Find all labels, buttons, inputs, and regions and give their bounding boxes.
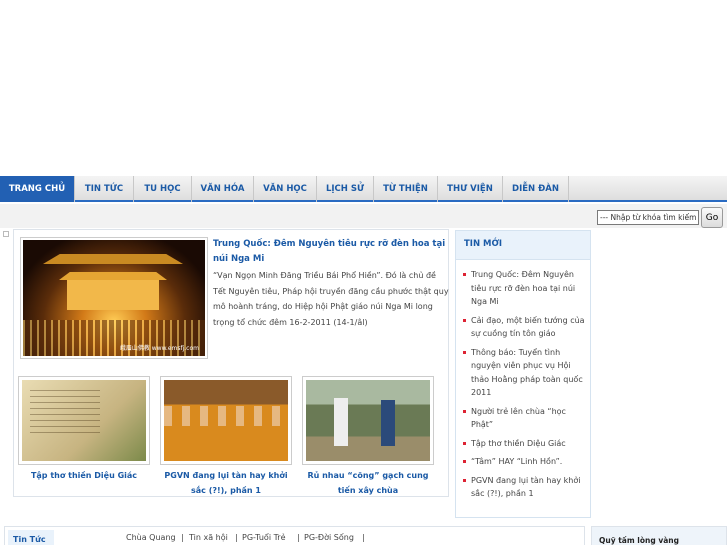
thumb-caption[interactable]: Rủ nhau “cõng” gạch cung tiến xây chùa: [302, 468, 434, 498]
go-button[interactable]: Go: [701, 207, 723, 228]
nav-item-van-hoa[interactable]: VĂN HÓA: [192, 176, 254, 202]
latest-news-item[interactable]: Thông báo: Tuyển tình nguyện viên phục v…: [462, 346, 586, 400]
link-separator: |: [181, 533, 184, 542]
thumb-item[interactable]: Tập thơ thiền Diệu Giác: [18, 376, 150, 483]
thumb-caption[interactable]: PGVN đang lụi tàn hay khởi sắc (?!), phầ…: [160, 468, 292, 498]
thumb-item[interactable]: PGVN đang lụi tàn hay khởi sắc (?!), phầ…: [160, 376, 292, 498]
latest-news-item[interactable]: Trung Quốc: Đêm Nguyên tiêu rực rỡ đèn h…: [462, 268, 586, 309]
thumb-image[interactable]: [306, 380, 430, 461]
thumb-image[interactable]: [22, 380, 146, 461]
fund-box: Quỹ tấm lòng vàng: [591, 526, 727, 545]
link-separator: |: [362, 533, 365, 542]
thumb-item[interactable]: Rủ nhau “cõng” gạch cung tiến xây chùa: [302, 376, 434, 498]
nav-item-trang-chu[interactable]: TRANG CHỦ: [0, 176, 75, 209]
category-link[interactable]: Tin xã hội: [189, 533, 228, 542]
category-link[interactable]: PG-Tuổi Trẻ: [242, 533, 286, 542]
latest-news-item[interactable]: PGVN đang lụi tàn hay khởi sắc (?!), phầ…: [462, 474, 586, 501]
category-link[interactable]: Chùa Quang: [126, 533, 176, 542]
featured-title[interactable]: Trung Quốc: Đêm Nguyên tiêu rực rỡ đèn h…: [213, 237, 449, 267]
link-separator: |: [297, 533, 300, 542]
main-nav: TRANG CHỦ TIN TỨC TU HỌC VĂN HÓA VĂN HỌC…: [0, 176, 727, 209]
search-bar: Go: [0, 204, 727, 228]
image-watermark: 峨眉山佛教 www.emsfj.com: [119, 345, 199, 352]
category-link[interactable]: PG-Đời Sống: [304, 533, 354, 542]
latest-news-item[interactable]: Tập thơ thiền Diệu Giác: [462, 437, 586, 451]
tab-tin-tuc[interactable]: Tin Tức: [8, 530, 54, 545]
featured-image[interactable]: 峨眉山佛教 www.emsfj.com: [20, 237, 208, 359]
featured-description: “Vạn Ngọn Minh Đăng Triều Bái Phổ Hiền”.…: [213, 271, 449, 327]
thumb-caption[interactable]: Tập thơ thiền Diệu Giác: [18, 468, 150, 483]
nav-item-van-hoc[interactable]: VĂN HỌC: [254, 176, 317, 202]
nav-item-tin-tuc[interactable]: TIN TỨC: [75, 176, 134, 202]
nav-item-tu-thien[interactable]: TỪ THIỆN: [374, 176, 438, 202]
link-separator: |: [235, 533, 238, 542]
fund-title: Quỹ tấm lòng vàng: [599, 536, 679, 545]
latest-news-item[interactable]: Cải đạo, một biến tướng của sự cuồng tín…: [462, 314, 586, 341]
search-input[interactable]: [597, 210, 699, 225]
latest-news-item[interactable]: “Tâm” HAY “Linh Hồn”.: [462, 455, 586, 469]
thumb-image[interactable]: [164, 380, 288, 461]
nav-item-tu-hoc[interactable]: TU HỌC: [134, 176, 192, 202]
small-image-placeholder: [3, 231, 9, 237]
latest-news-title: TIN MỚI: [456, 231, 590, 260]
nav-item-thu-vien[interactable]: THƯ VIỆN: [438, 176, 503, 202]
nav-item-dien-dan[interactable]: DIỄN ĐÀN: [503, 176, 569, 202]
latest-news-panel: TIN MỚI Trung Quốc: Đêm Nguyên tiêu rực …: [455, 230, 591, 518]
latest-news-item[interactable]: Người trẻ lên chùa “học Phật”: [462, 405, 586, 432]
nav-item-lich-su[interactable]: LỊCH SỬ: [317, 176, 374, 202]
news-category-box: Tin Tức Chùa Quang | Tin xã hội | PG-Tuổ…: [4, 526, 585, 545]
featured-news: 峨眉山佛教 www.emsfj.com Trung Quốc: Đêm Nguy…: [13, 229, 449, 497]
